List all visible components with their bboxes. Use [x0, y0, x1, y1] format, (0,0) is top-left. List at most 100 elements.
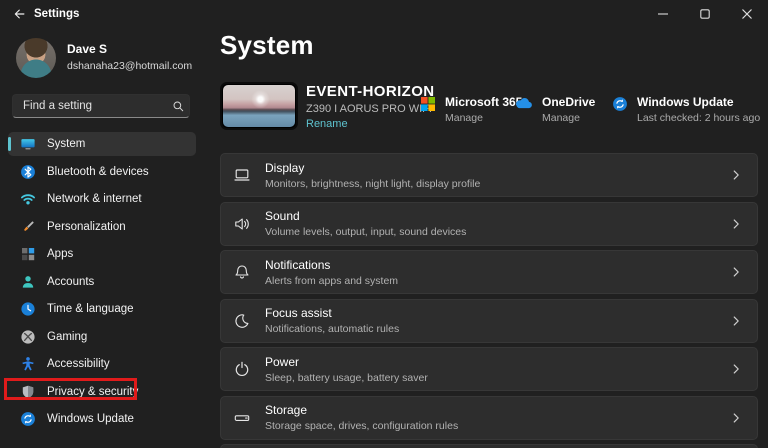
chevron-right-icon: [729, 411, 743, 425]
sidebar-item-personalization[interactable]: Personalization: [8, 215, 196, 239]
settings-row-storage[interactable]: Storage Storage space, drives, configurat…: [220, 395, 758, 440]
sidebar-item-label: Network & internet: [47, 193, 142, 205]
settings-row-text: Power Sleep, battery usage, battery saver: [265, 355, 715, 384]
settings-row-text: Focus assist Notifications, automatic rul…: [265, 306, 715, 335]
quick-card-subtitle: Manage: [445, 112, 483, 124]
network-icon: [20, 191, 36, 207]
sidebar-item-gaming[interactable]: Gaming: [8, 325, 196, 349]
settings-row-subtitle: Storage space, drives, configuration rul…: [265, 420, 459, 432]
close-icon: [742, 9, 752, 19]
settings-window: Settings Dave S dshanaha23@hotmail.com F…: [0, 0, 768, 448]
settings-row-subtitle: Volume levels, output, input, sound devi…: [265, 226, 467, 238]
search-box: [12, 94, 190, 118]
power-icon: [233, 360, 251, 378]
app-title: Settings: [34, 8, 80, 20]
maximize-icon: [700, 9, 710, 19]
sidebar-item-label: Privacy & security: [47, 385, 139, 398]
settings-row-title: Power: [265, 354, 300, 369]
sidebar-item-label: Windows Update: [47, 413, 134, 425]
close-button[interactable]: [726, 0, 768, 28]
sidebar-item-apps[interactable]: Apps: [8, 242, 196, 266]
quick-card-title: Microsoft 365: [445, 95, 523, 109]
user-email: dshanaha23@hotmail.com: [67, 60, 193, 72]
user-name: Dave S: [67, 42, 108, 56]
sidebar-item-label: Time & language: [47, 303, 134, 315]
device-model: Z390 I AORUS PRO WIFI: [306, 103, 432, 115]
sidebar-item-accessibility[interactable]: Accessibility: [8, 352, 196, 376]
minimize-icon: [658, 9, 668, 19]
titlebar: Settings: [0, 0, 768, 28]
sidebar-item-time-language[interactable]: Time & language: [8, 297, 196, 321]
sidebar-item-label: Accessibility: [47, 358, 110, 370]
settings-row-text: Notifications Alerts from apps and system: [265, 258, 715, 287]
storage-icon: [233, 409, 251, 427]
focus-assist-icon: [233, 312, 251, 330]
settings-row-partial[interactable]: [220, 444, 758, 448]
sidebar-item-label: Bluetooth & devices: [47, 165, 149, 178]
settings-row-text: Display Monitors, brightness, night light…: [265, 161, 715, 190]
device-info: EVENT-HORIZON Z390 I AORUS PRO WIFI Rena…: [306, 83, 435, 130]
system-icon: [20, 136, 36, 152]
quick-card-windows-update[interactable]: Windows Update Last checked: 2 hours ago: [612, 95, 760, 124]
sidebar-item-network-internet[interactable]: Network & internet: [8, 187, 196, 211]
sidebar: Dave S dshanaha23@hotmail.com System Blue…: [0, 28, 208, 448]
back-button[interactable]: [6, 2, 32, 26]
quick-card-text: Microsoft 365 Manage: [445, 95, 522, 124]
sidebar-item-system[interactable]: System: [8, 132, 196, 156]
device-name: EVENT-HORIZON: [306, 83, 435, 100]
settings-row-sound[interactable]: Sound Volume levels, output, input, sound…: [220, 201, 758, 246]
settings-row-power[interactable]: Power Sleep, battery usage, battery saver: [220, 347, 758, 391]
selected-indicator: [8, 137, 11, 151]
quick-card-onedrive[interactable]: OneDrive Manage: [514, 95, 595, 124]
sidebar-item-label: Apps: [47, 248, 74, 260]
sidebar-item-bluetooth-devices[interactable]: Bluetooth & devices: [8, 160, 196, 184]
quick-card-title: Windows Update: [637, 95, 734, 109]
search-icon: [167, 100, 189, 113]
device-thumbnail: [220, 82, 298, 130]
settings-list: Display Monitors, brightness, night light…: [220, 153, 758, 448]
settings-row-text: Sound Volume levels, output, input, sound…: [265, 209, 715, 238]
settings-row-text: Storage Storage space, drives, configurat…: [265, 403, 715, 432]
settings-row-display[interactable]: Display Monitors, brightness, night light…: [220, 153, 758, 197]
settings-row-notifications[interactable]: Notifications Alerts from apps and system: [220, 250, 758, 294]
settings-row-focus-assist[interactable]: Focus assist Notifications, automatic rul…: [220, 298, 758, 343]
chevron-right-icon: [729, 217, 743, 231]
time-language-icon: [20, 301, 36, 317]
minimize-button[interactable]: [642, 0, 684, 28]
search-input[interactable]: [13, 100, 167, 112]
sidebar-item-label: Personalization: [47, 220, 126, 233]
apps-icon: [20, 246, 36, 262]
sidebar-item-label: Accounts: [47, 275, 95, 288]
chevron-right-icon: [729, 314, 743, 328]
settings-row-subtitle: Alerts from apps and system: [265, 274, 399, 287]
settings-row-subtitle: Notifications, automatic rules: [265, 323, 400, 335]
notifications-icon: [233, 263, 251, 281]
settings-row-subtitle: Monitors, brightness, night light, displ…: [265, 177, 481, 190]
quick-card-subtitle: Last checked: 2 hours ago: [637, 112, 761, 124]
quick-card-microsoft-365[interactable]: Microsoft 365 Manage: [420, 95, 522, 124]
sidebar-item-privacy-security[interactable]: Privacy & security: [4, 377, 196, 404]
accounts-icon: [20, 274, 36, 290]
windows-update-icon: [612, 96, 628, 124]
avatar: [16, 38, 56, 78]
quick-card-title: OneDrive: [542, 95, 596, 109]
quick-card-text: OneDrive Manage: [542, 95, 595, 124]
rename-link[interactable]: Rename: [306, 118, 435, 130]
accessibility-icon: [20, 356, 36, 372]
personalization-icon: [20, 219, 36, 235]
window-controls: [642, 0, 768, 28]
windows-update-icon: [20, 411, 36, 427]
user-profile[interactable]: Dave S dshanaha23@hotmail.com: [16, 38, 192, 78]
quick-card-subtitle: Manage: [542, 112, 580, 124]
sidebar-item-windows-update[interactable]: Windows Update: [8, 407, 196, 431]
settings-row-subtitle: Sleep, battery usage, battery saver: [265, 371, 428, 384]
sidebar-item-label: Gaming: [47, 330, 88, 343]
settings-row-title: Sound: [265, 209, 300, 223]
maximize-button[interactable]: [684, 0, 726, 28]
device-header: EVENT-HORIZON Z390 I AORUS PRO WIFI Rena…: [220, 82, 760, 130]
sidebar-nav: System Bluetooth & devices Network & inter…: [4, 132, 196, 431]
settings-row-title: Display: [265, 160, 305, 175]
sidebar-item-label: System: [47, 138, 86, 150]
back-arrow-icon: [12, 7, 26, 21]
sidebar-item-accounts[interactable]: Accounts: [8, 270, 196, 294]
